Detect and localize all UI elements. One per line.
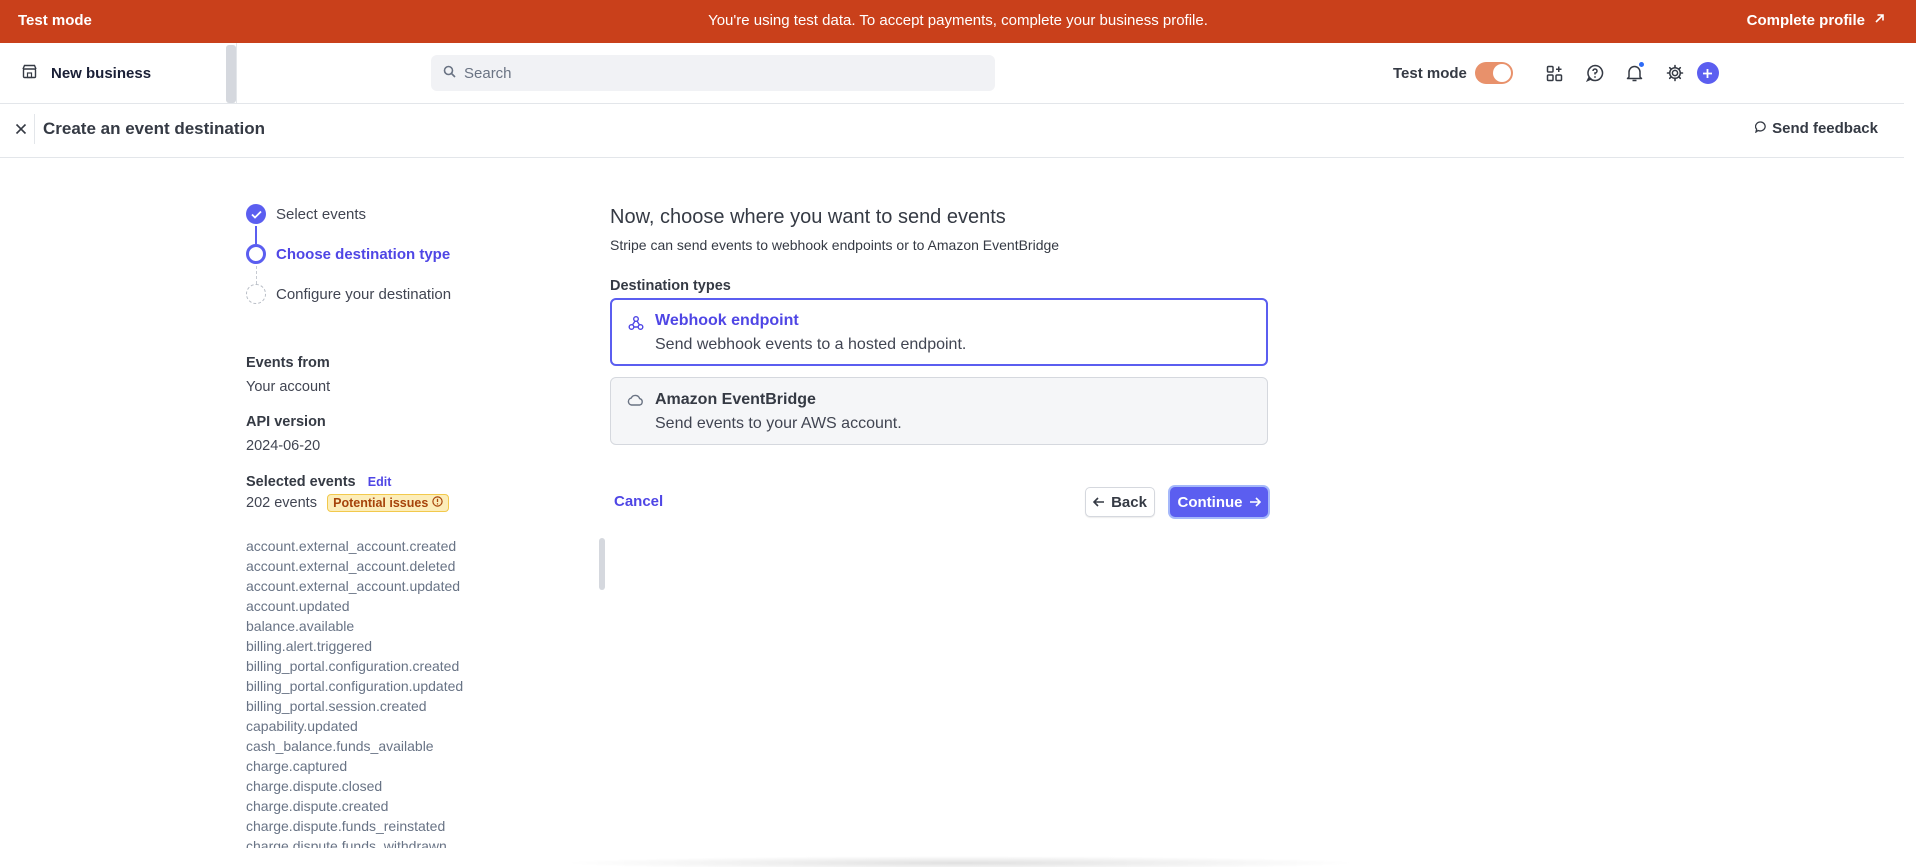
section-title: Now, choose where you want to send event… — [610, 206, 1006, 228]
option-title: Amazon EventBridge — [655, 391, 816, 408]
apps-icon[interactable] — [1535, 58, 1575, 88]
search-box[interactable] — [431, 55, 995, 91]
toggle-knob — [1492, 64, 1511, 82]
top-right-controls: Test mode — [1393, 58, 1719, 88]
sidebar-scrollbar[interactable] — [226, 45, 236, 103]
search-icon — [443, 65, 456, 82]
option-description: Send events to your AWS account. — [655, 415, 902, 432]
banner-message: You're using test data. To accept paymen… — [708, 12, 1208, 29]
list-item: balance.available — [246, 618, 355, 634]
selected-events-label: Selected events — [246, 474, 356, 490]
back-label: Back — [1111, 493, 1147, 511]
list-item: charge.dispute.created — [246, 798, 389, 814]
option-description: Send webhook events to a hosted endpoint… — [655, 336, 967, 353]
api-version-label: API version — [246, 414, 326, 430]
potential-issues-badge[interactable]: Potential issues — [327, 494, 450, 513]
settings-gear-icon[interactable] — [1655, 58, 1695, 88]
step-label: Choose destination type — [276, 245, 451, 263]
step-connector — [255, 226, 257, 244]
active-step-circle-icon — [246, 244, 266, 264]
notifications-bell-icon[interactable] — [1615, 58, 1655, 88]
list-item: account.external_account.created — [246, 538, 457, 554]
arrow-left-icon — [1092, 494, 1105, 511]
events-from-label: Events from — [246, 355, 330, 371]
page-title: Create an event destination — [43, 119, 266, 138]
selected-events-list: account.external_account.created account… — [246, 536, 506, 848]
list-item: account.updated — [246, 598, 350, 614]
list-item: billing_portal.configuration.created — [246, 658, 460, 674]
send-feedback-button[interactable]: Send feedback — [1755, 120, 1878, 137]
test-mode-toggle[interactable] — [1474, 62, 1513, 84]
arrow-right-icon — [1249, 494, 1261, 511]
step-choose-destination-type: Choose destination type — [246, 244, 450, 264]
option-title: Webhook endpoint — [655, 312, 799, 329]
account-switcher[interactable]: New business — [0, 43, 228, 103]
back-button[interactable]: Back — [1085, 487, 1155, 517]
list-item: billing_portal.configuration.updated — [246, 678, 464, 694]
account-name: New business — [51, 64, 152, 82]
step-connector — [256, 266, 257, 284]
list-item: account.external_account.updated — [246, 578, 461, 594]
step-label: Select events — [276, 205, 367, 223]
cloud-icon — [627, 393, 644, 411]
store-icon — [22, 64, 37, 83]
destination-summary: Events from Your account API version 202… — [246, 355, 496, 513]
panel-scrollbar[interactable] — [599, 538, 605, 590]
continue-button[interactable]: Continue — [1170, 487, 1268, 517]
list-item: account.external_account.deleted — [246, 558, 456, 574]
list-item: billing_portal.session.created — [246, 698, 427, 714]
selected-events-row: Selected events Edit — [246, 473, 496, 490]
complete-profile-link[interactable]: Complete profile — [1747, 12, 1886, 29]
destination-types-label: Destination types — [610, 278, 731, 294]
list-item: charge.dispute.funds_withdrawn — [246, 838, 447, 848]
list-item: charge.dispute.funds_reinstated — [246, 818, 446, 834]
amazon-eventbridge-option[interactable]: Amazon EventBridge Send events to your A… — [610, 377, 1268, 445]
list-item: billing.alert.triggered — [246, 638, 373, 654]
page-header: Create an event destination Send feedbac… — [0, 103, 1904, 158]
header-divider — [34, 114, 35, 144]
events-count-row: 202 events Potential issues — [246, 494, 496, 513]
events-from-value: Your account — [246, 379, 331, 395]
sidebar-divider — [236, 43, 237, 103]
step-select-events[interactable]: Select events — [246, 204, 366, 224]
continue-label: Continue — [1177, 493, 1243, 511]
pending-step-circle-icon — [246, 284, 266, 304]
webhook-icon — [628, 315, 644, 335]
step-configure-destination: Configure your destination — [246, 284, 451, 304]
test-mode-label: Test mode — [1393, 64, 1467, 82]
checkmark-icon — [246, 204, 266, 224]
complete-profile-label: Complete profile — [1746, 12, 1865, 29]
bottom-panel-shadow — [560, 856, 1360, 867]
arrow-up-right-icon — [1873, 12, 1886, 29]
step-label: Configure your destination — [276, 285, 452, 303]
section-subtitle: Stripe can send events to webhook endpoi… — [610, 237, 1060, 253]
send-feedback-label: Send feedback — [1772, 120, 1878, 137]
search-input[interactable] — [464, 64, 964, 82]
close-icon[interactable] — [10, 118, 32, 140]
test-mode-banner: Test mode You're using test data. To acc… — [0, 0, 1916, 43]
notification-badge — [1637, 61, 1645, 68]
api-version-value: 2024-06-20 — [246, 438, 321, 454]
badge-label: Potential issues — [333, 496, 429, 511]
list-item: cash_balance.funds_available — [246, 738, 434, 754]
destination-type-panel: Now, choose where you want to send event… — [610, 206, 1270, 517]
help-icon[interactable] — [1575, 58, 1615, 88]
list-item: capability.updated — [246, 718, 358, 734]
events-count: 202 events — [246, 495, 317, 511]
create-plus-icon[interactable] — [1696, 62, 1719, 84]
speech-bubble-icon — [1755, 120, 1767, 137]
cancel-button[interactable]: Cancel — [614, 493, 663, 510]
list-item: charge.captured — [246, 758, 348, 774]
webhook-endpoint-option[interactable]: Webhook endpoint Send webhook events to … — [610, 298, 1268, 366]
warning-info-icon — [432, 496, 444, 510]
list-item: charge.dispute.closed — [246, 778, 383, 794]
edit-events-link[interactable]: Edit — [368, 475, 392, 489]
